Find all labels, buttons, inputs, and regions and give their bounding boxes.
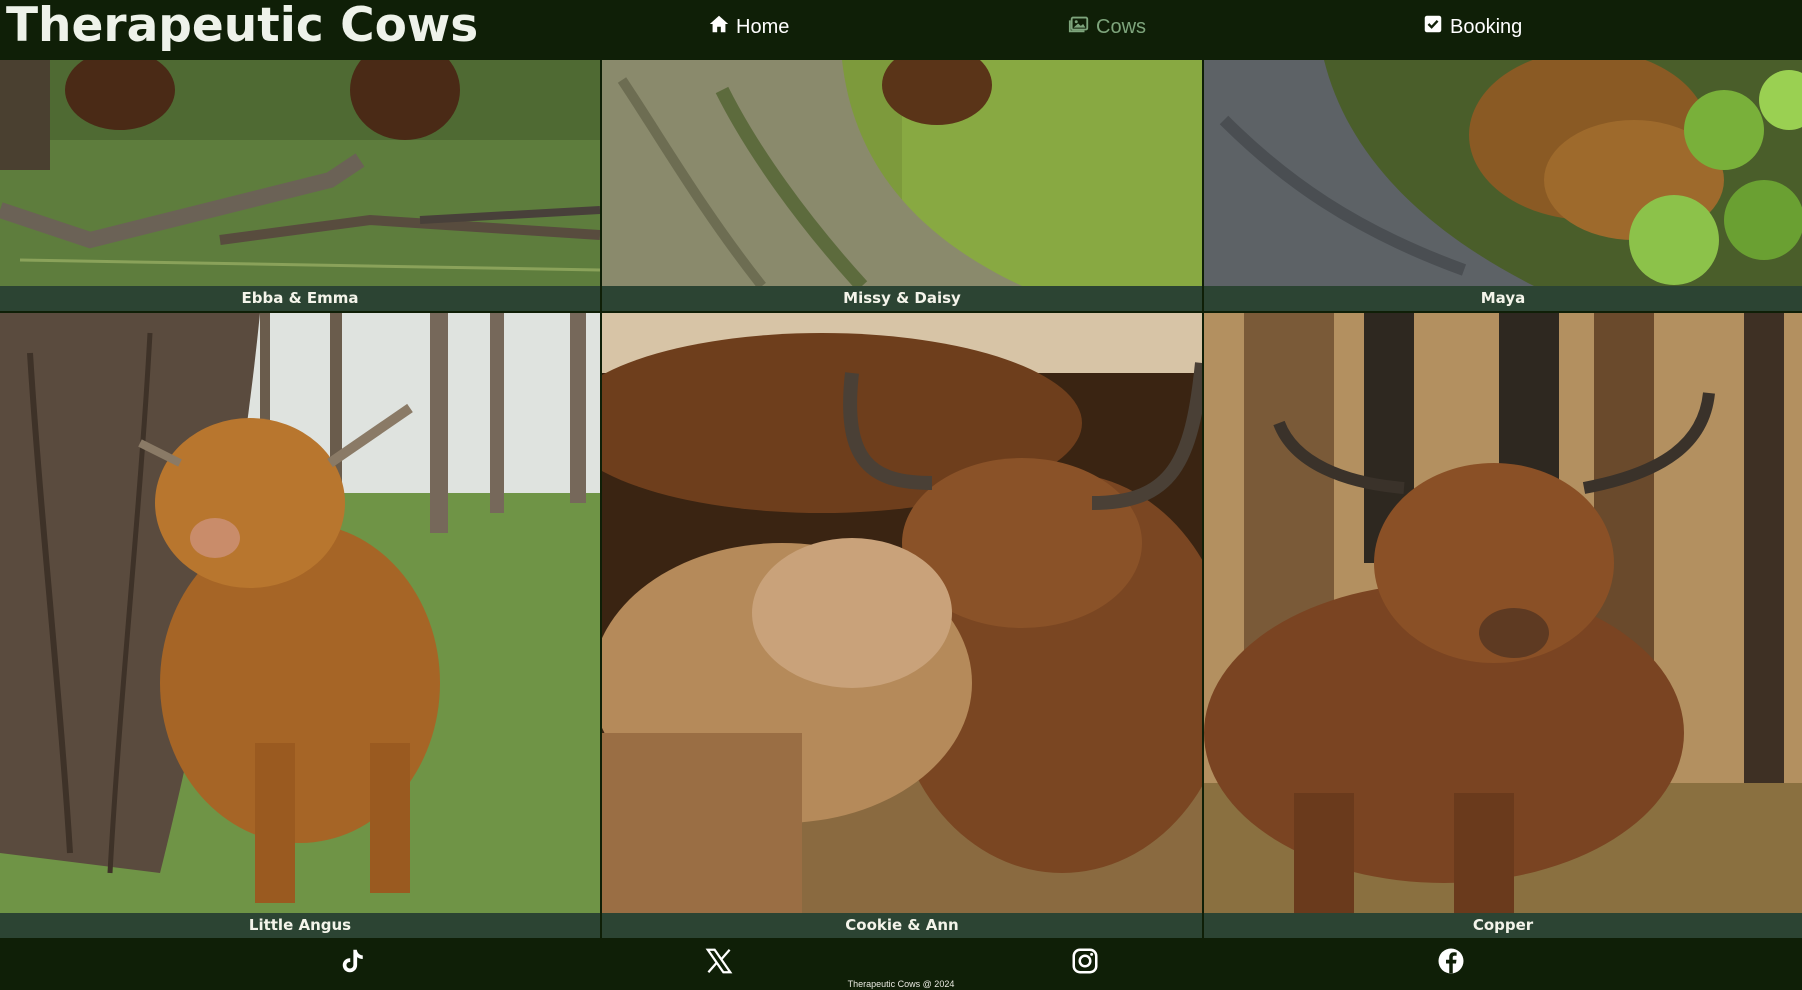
card-caption: Missy & Daisy bbox=[602, 286, 1202, 311]
highland-calf-by-tree-photo bbox=[0, 313, 600, 913]
nav-cows[interactable]: Cows bbox=[1068, 12, 1146, 42]
card-caption: Cookie & Ann bbox=[602, 913, 1202, 938]
home-icon bbox=[708, 13, 730, 41]
gallery-card[interactable]: Ebba & Emma bbox=[0, 60, 600, 313]
instagram-icon[interactable] bbox=[1070, 946, 1100, 976]
card-caption: Little Angus bbox=[0, 913, 600, 938]
cow-behind-leaves-photo bbox=[1204, 60, 1802, 286]
tree-trunk-photo bbox=[602, 60, 1202, 286]
checkbox-icon bbox=[1422, 13, 1444, 41]
nav-booking[interactable]: Booking bbox=[1422, 12, 1522, 42]
facebook-icon[interactable] bbox=[1436, 946, 1466, 976]
nav-booking-label: Booking bbox=[1450, 15, 1523, 38]
gallery-card[interactable]: Maya bbox=[1204, 60, 1802, 313]
nav-home-label: Home bbox=[736, 15, 790, 38]
highland-cow-and-calf-photo bbox=[602, 313, 1202, 913]
copyright-text: Therapeutic Cows @ 2024 bbox=[847, 979, 955, 989]
site-header: Therapeutic Cows Home Cows Booking bbox=[0, 0, 1802, 60]
gallery-card[interactable]: Missy & Daisy bbox=[602, 60, 1202, 313]
card-caption: Copper bbox=[1204, 913, 1802, 938]
gallery-card[interactable]: Copper bbox=[1204, 313, 1802, 938]
highland-cow-in-forest-photo bbox=[1204, 313, 1802, 913]
grass-and-branches-photo bbox=[0, 60, 600, 286]
x-icon[interactable] bbox=[704, 946, 734, 976]
gallery-card[interactable]: Cookie & Ann bbox=[602, 313, 1202, 938]
gallery-icon bbox=[1068, 13, 1090, 41]
nav-cows-label: Cows bbox=[1096, 15, 1147, 38]
card-caption: Ebba & Emma bbox=[0, 286, 600, 311]
site-logo[interactable]: Therapeutic Cows bbox=[6, 0, 478, 52]
nav-home[interactable]: Home bbox=[708, 12, 789, 42]
tiktok-icon[interactable] bbox=[338, 946, 368, 976]
card-caption: Maya bbox=[1204, 286, 1802, 311]
gallery-card[interactable]: Little Angus bbox=[0, 313, 600, 938]
